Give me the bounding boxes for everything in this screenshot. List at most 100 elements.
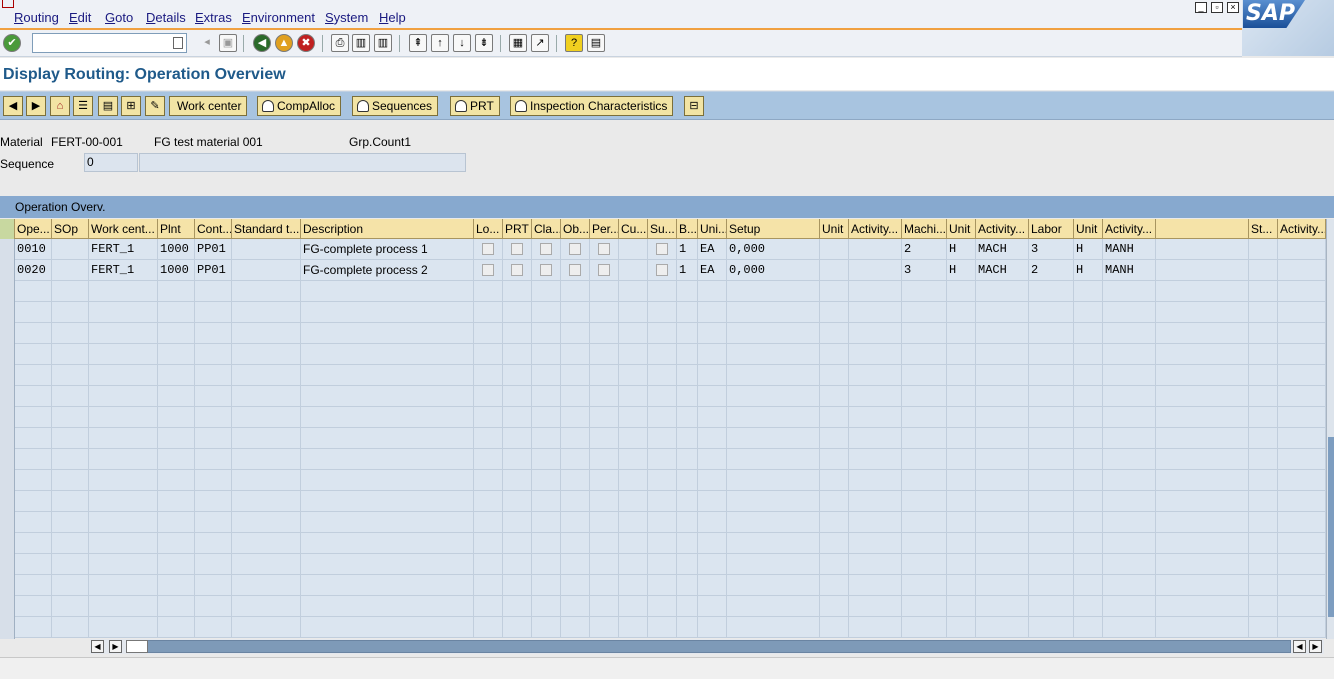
column-header-subop[interactable]: Su... [648, 219, 677, 239]
column-header-setup-unit[interactable]: Unit [820, 219, 849, 239]
checkbox[interactable] [569, 264, 581, 276]
operation-details-icon[interactable]: ▤ [98, 96, 118, 116]
table-row[interactable] [15, 596, 1326, 617]
column-header-object[interactable]: Ob... [561, 219, 590, 239]
exit-icon[interactable]: ▲ [275, 34, 293, 52]
column-header-machine[interactable]: Machi... [902, 219, 947, 239]
checkbox[interactable] [511, 264, 523, 276]
scroll-right-end-icon[interactable]: ▶ [1309, 640, 1322, 653]
last-page-icon[interactable]: ⇟ [475, 34, 493, 52]
menu-system[interactable]: System [325, 10, 368, 25]
checkbox[interactable] [656, 243, 668, 255]
checkbox[interactable] [569, 243, 581, 255]
table-row[interactable] [15, 365, 1326, 386]
cancel-icon[interactable]: ✖ [297, 34, 315, 52]
work-center-button[interactable]: Work center [169, 96, 248, 116]
column-header-class[interactable]: Cla... [532, 219, 561, 239]
column-header-machine-unit[interactable]: Unit [947, 219, 976, 239]
column-header-setup-activity[interactable]: Activity... [849, 219, 902, 239]
column-header-control[interactable]: Cont... [195, 219, 232, 239]
help-icon[interactable]: ? [565, 34, 583, 52]
table-row[interactable] [15, 323, 1326, 344]
column-header-labor-activity[interactable]: Activity... [1103, 219, 1156, 239]
scroll-right-icon[interactable]: ▶ [109, 640, 122, 653]
command-history-icon[interactable] [173, 37, 183, 49]
edit-icon[interactable]: ✎ [145, 96, 165, 116]
command-field[interactable] [32, 33, 187, 53]
prt-button[interactable]: PRT [450, 96, 500, 116]
checkbox[interactable] [482, 243, 494, 255]
column-header-setup[interactable]: Setup [727, 219, 820, 239]
layout-menu-icon[interactable]: ▤ [587, 34, 605, 52]
menu-routing[interactable]: Routing [14, 10, 59, 25]
table-row[interactable] [15, 428, 1326, 449]
column-header-labor-unit[interactable]: Unit [1074, 219, 1103, 239]
menu-help[interactable]: Help [379, 10, 406, 25]
checkbox[interactable] [540, 243, 552, 255]
column-header-unit[interactable]: Uni... [698, 219, 727, 239]
column-header-suboperation[interactable]: SOp [52, 219, 89, 239]
create-shortcut-icon[interactable]: ↗ [531, 34, 549, 52]
column-header-base[interactable]: B... [677, 219, 698, 239]
table-row[interactable] [15, 512, 1326, 533]
first-page-icon[interactable]: ⇞ [409, 34, 427, 52]
comp-alloc-button[interactable]: CompAlloc [257, 96, 342, 116]
table-row[interactable] [15, 386, 1326, 407]
column-header-work-center[interactable]: Work cent... [89, 219, 158, 239]
choose-icon[interactable]: ⊞ [121, 96, 141, 116]
checkbox[interactable] [656, 264, 668, 276]
table-row[interactable] [15, 554, 1326, 575]
column-header-description[interactable]: Description [301, 219, 474, 239]
column-header-activity-type[interactable]: Activity... [1278, 219, 1326, 239]
table-row[interactable] [15, 302, 1326, 323]
menu-details[interactable]: Details [146, 10, 186, 25]
table-row[interactable]: 0010 FERT_1 1000 PP01 FG-complete process 1 1… [15, 239, 1326, 260]
horizontal-scroll-thumb[interactable] [126, 640, 148, 653]
checkbox[interactable] [598, 264, 610, 276]
table-row[interactable]: 0020 FERT_1 1000 PP01 FG-complete process 2 1… [15, 260, 1326, 281]
column-header-percent[interactable]: Per... [590, 219, 619, 239]
row-selector-column[interactable] [0, 239, 15, 639]
previous-arrow-icon[interactable]: ◀ [3, 96, 23, 116]
inspection-characteristics-button[interactable]: Inspection Characteristics [510, 96, 674, 116]
next-arrow-icon[interactable]: ▶ [26, 96, 46, 116]
table-row[interactable] [15, 281, 1326, 302]
vertical-scrollbar[interactable] [1326, 219, 1334, 639]
horizontal-scrollbar[interactable]: ◀ ▶ ◀ ▶ [90, 639, 1324, 654]
table-row[interactable] [15, 470, 1326, 491]
checkbox[interactable] [511, 243, 523, 255]
checkbox[interactable] [482, 264, 494, 276]
table-row[interactable] [15, 533, 1326, 554]
find-next-icon[interactable]: ▥ [374, 34, 392, 52]
table-row[interactable] [15, 617, 1326, 638]
column-header-machine-activity[interactable]: Activity... [976, 219, 1029, 239]
menu-environment[interactable]: Environment [242, 10, 315, 25]
column-header-standard-text[interactable]: Standard t... [232, 219, 301, 239]
menu-extras[interactable]: Extras [195, 10, 232, 25]
structure-icon[interactable]: ⊟ [684, 96, 704, 116]
enter-checkmark-icon[interactable]: ✔ [3, 34, 21, 52]
minimize-icon[interactable]: _ [1195, 2, 1207, 13]
checkbox[interactable] [540, 264, 552, 276]
column-header-operation[interactable]: Ope... [15, 219, 52, 239]
close-window-icon[interactable]: × [1227, 2, 1239, 13]
horizontal-scroll-track[interactable] [126, 640, 1291, 653]
print-icon[interactable]: ⎙ [331, 34, 349, 52]
find-icon[interactable]: ▥ [352, 34, 370, 52]
create-session-icon[interactable]: ▦ [509, 34, 527, 52]
checkbox[interactable] [598, 243, 610, 255]
next-page-icon[interactable]: ↓ [453, 34, 471, 52]
header-icon[interactable]: ⌂ [50, 96, 70, 116]
table-row[interactable] [15, 449, 1326, 470]
menu-goto[interactable]: Goto [105, 10, 133, 25]
scroll-left-icon[interactable]: ◀ [91, 640, 104, 653]
sequences-button[interactable]: Sequences [352, 96, 439, 116]
table-row[interactable] [15, 344, 1326, 365]
table-row[interactable] [15, 407, 1326, 428]
column-header-status[interactable]: St... [1249, 219, 1278, 239]
vertical-scroll-thumb[interactable] [1328, 437, 1334, 617]
scroll-left-end-icon[interactable]: ◀ [1293, 640, 1306, 653]
details-icon[interactable]: ☰ [73, 96, 93, 116]
column-header-cumulation[interactable]: Cu... [619, 219, 648, 239]
restore-icon[interactable]: ▫ [1211, 2, 1223, 13]
